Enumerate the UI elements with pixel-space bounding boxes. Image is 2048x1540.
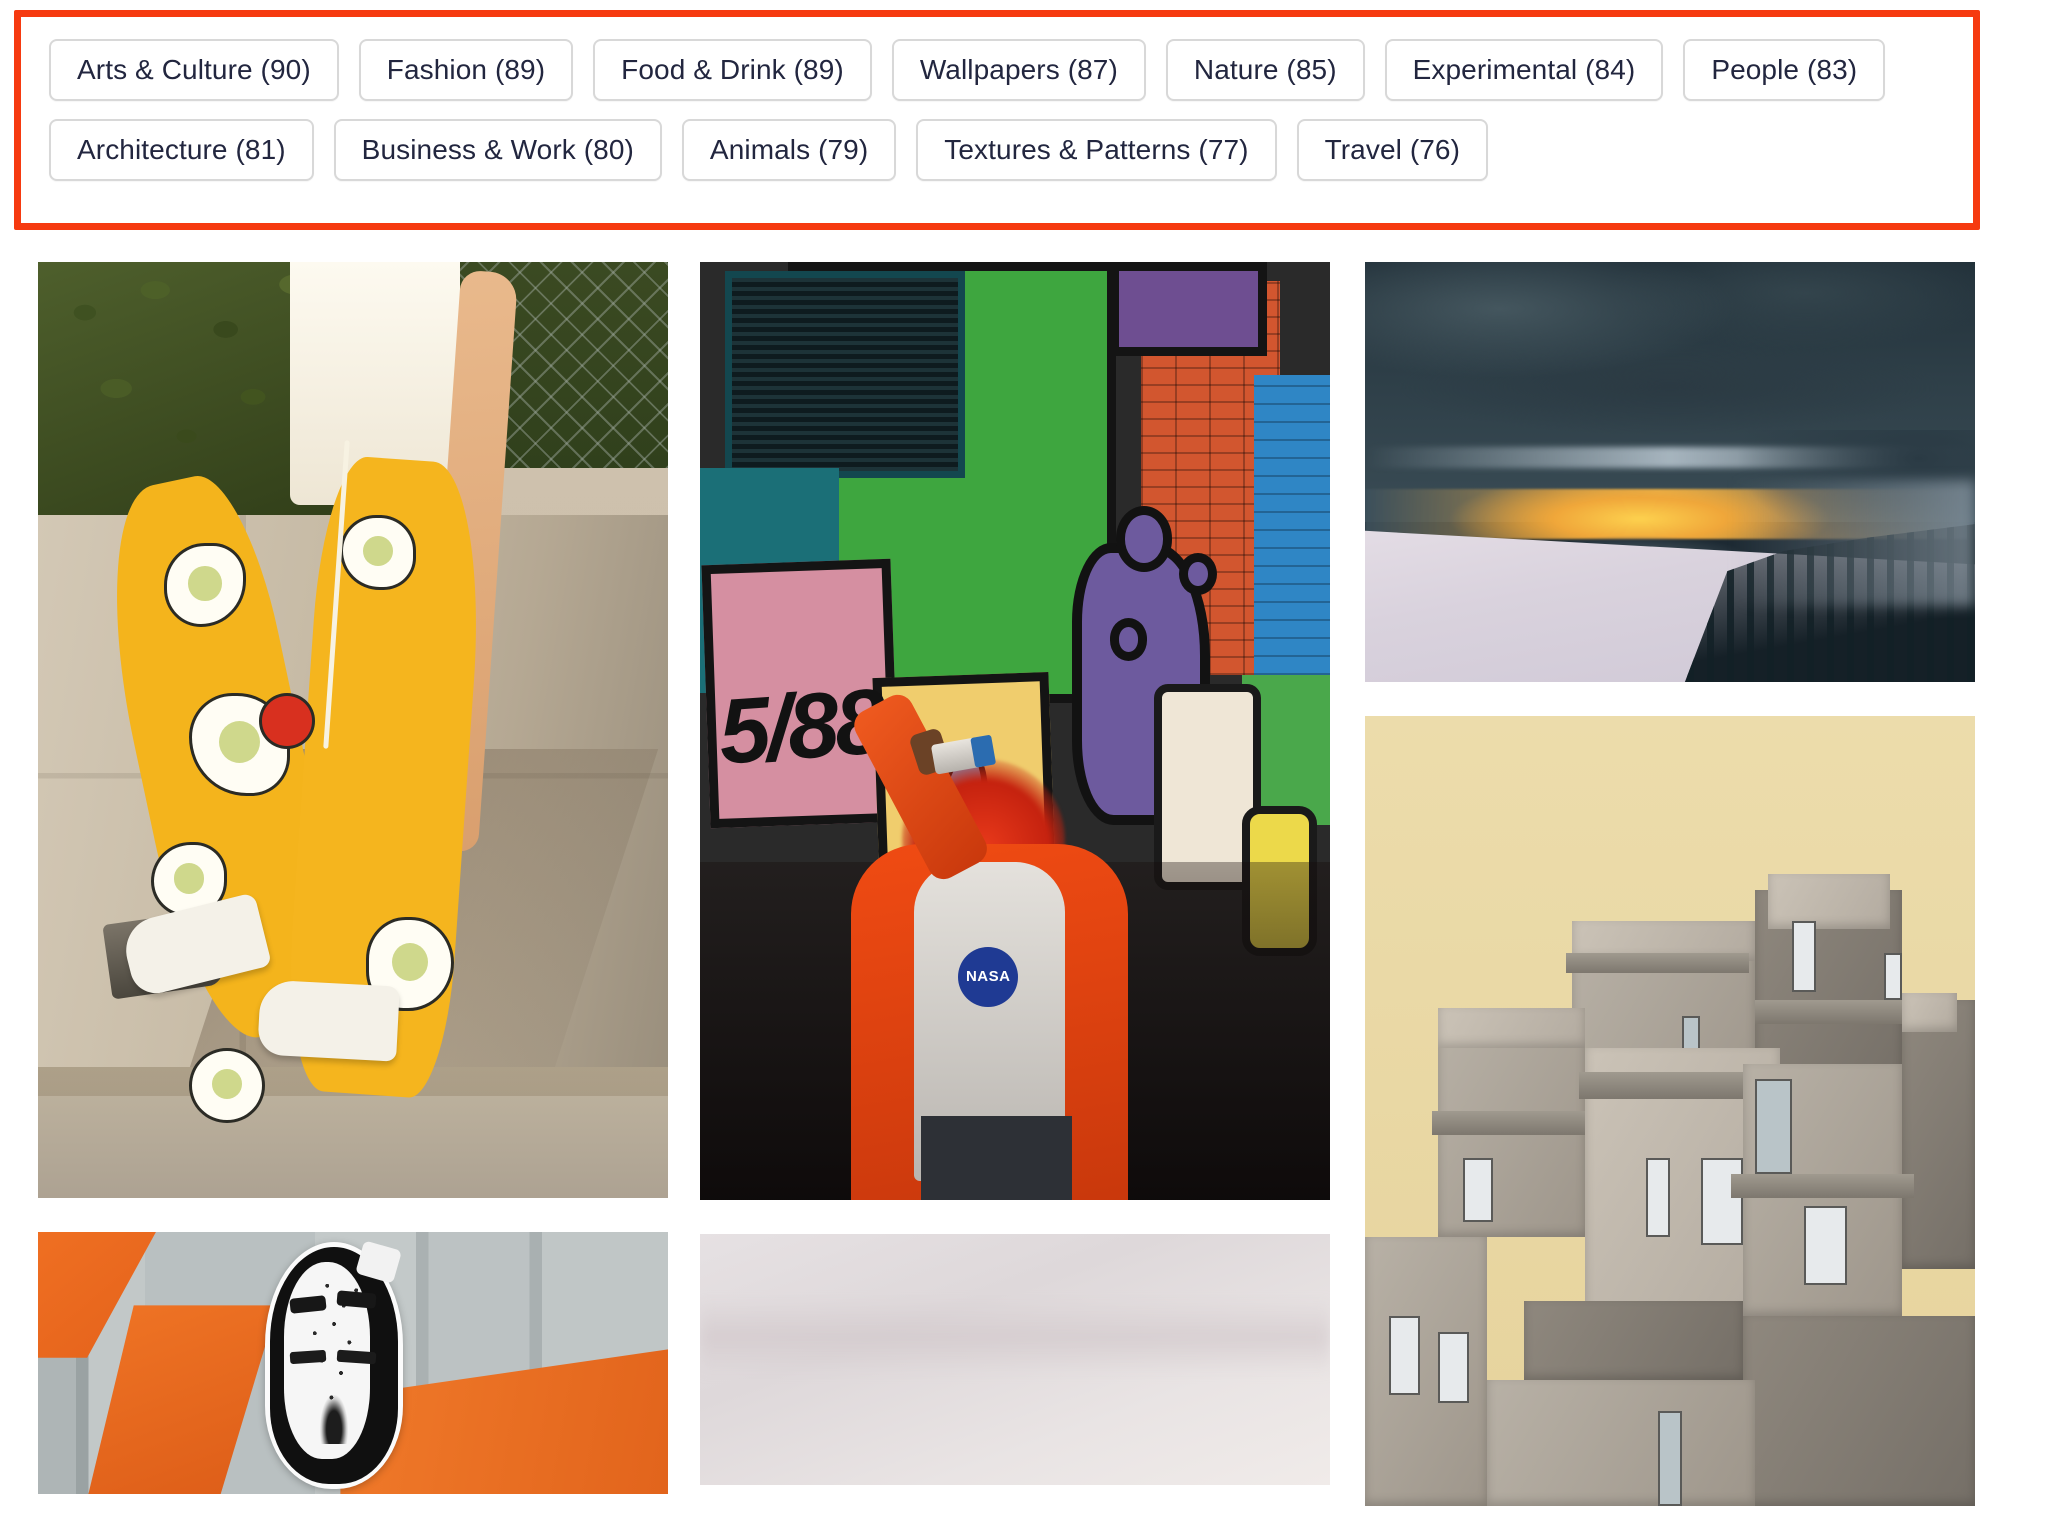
window [1657, 1411, 1683, 1506]
purple-graffiti-dot [1115, 505, 1173, 572]
blue-brick-graffiti [1254, 374, 1330, 675]
tag-chip-wallpapers[interactable]: Wallpapers (87) [891, 39, 1146, 101]
tag-chip-nature[interactable]: Nature (85) [1165, 39, 1365, 101]
gallery-column-3 [1365, 262, 1975, 1540]
tag-chip-travel[interactable]: Travel (76) [1296, 119, 1489, 181]
photo-card-brutalist-architecture[interactable] [1365, 716, 1975, 1506]
concrete-module [1767, 874, 1890, 930]
window [1389, 1316, 1420, 1396]
face-sticker [264, 1240, 404, 1489]
balcony-slab [1432, 1111, 1591, 1135]
photo-card-graffiti-face-sticker[interactable] [38, 1232, 668, 1494]
concrete-module [1743, 1316, 1975, 1506]
barred-window [725, 271, 965, 478]
gallery-column-2: 5/88 NASA [700, 262, 1330, 1519]
cantilever-slab [1523, 1300, 1744, 1380]
window [1462, 1158, 1494, 1222]
nose [320, 1395, 348, 1445]
photo-card-graffiti-wall-portrait[interactable]: 5/88 NASA [700, 262, 1330, 1200]
mist [1731, 480, 1975, 607]
photo-brutalist-architecture [1365, 716, 1975, 1506]
window [1883, 953, 1902, 1001]
photo-gallery-grid: 5/88 NASA [0, 262, 2048, 1506]
photo-card-pale-abstract[interactable] [700, 1234, 1330, 1485]
window [1792, 921, 1817, 993]
gallery-column-1 [38, 262, 668, 1528]
purple-graffiti-panel [1109, 262, 1267, 356]
photo-card-snowy-sunset-landscape[interactable] [1365, 262, 1975, 682]
window [1755, 1079, 1792, 1175]
photo-yellow-egg-print-pants [38, 262, 668, 1198]
tag-chip-business-work[interactable]: Business & Work (80) [333, 119, 662, 181]
purple-graffiti-dot [1109, 618, 1148, 661]
concrete-module [1438, 1008, 1585, 1048]
balcony-slab [1743, 1000, 1902, 1025]
window [1645, 1158, 1670, 1238]
concrete-module [1487, 1379, 1756, 1506]
sneaker-right [256, 979, 399, 1062]
tag-chip-animals[interactable]: Animals (79) [681, 119, 897, 181]
egg-print-motif [189, 1048, 265, 1124]
tag-chip-arts-culture[interactable]: Arts & Culture (90) [49, 39, 339, 101]
red-print-motif [258, 692, 316, 749]
tag-chip-food-drink[interactable]: Food & Drink (89) [593, 39, 872, 101]
photo-graffiti-face-sticker [38, 1232, 668, 1494]
soft-gradient-band [700, 1299, 1330, 1375]
dark-trousers [920, 1115, 1072, 1200]
egg-print-motif [340, 514, 416, 590]
concrete-module [1901, 1000, 1975, 1269]
concrete-module [1901, 992, 1957, 1032]
concrete-module [1365, 1237, 1487, 1506]
window [1804, 1205, 1847, 1285]
tag-chip-people[interactable]: People (83) [1683, 39, 1886, 101]
window [1438, 1332, 1469, 1404]
tag-chip-fashion[interactable]: Fashion (89) [358, 39, 574, 101]
window [1700, 1158, 1744, 1246]
tag-chip-textures-patterns[interactable]: Textures & Patterns (77) [916, 119, 1277, 181]
tag-chip-architecture[interactable]: Architecture (81) [49, 119, 314, 181]
tag-chip-experimental[interactable]: Experimental (84) [1384, 39, 1664, 101]
eye-left [289, 1349, 327, 1365]
tag-filter-highlight-box: Arts & Culture (90) Fashion (89) Food & … [14, 10, 1980, 230]
photo-graffiti-wall-portrait: 5/88 NASA [700, 262, 1330, 1200]
photo-pale-abstract [700, 1234, 1330, 1485]
balcony-slab [1566, 953, 1750, 973]
photo-card-yellow-egg-print-pants[interactable] [38, 262, 668, 1198]
tag-filter-panel: Arts & Culture (90) Fashion (89) Food & … [21, 17, 1973, 223]
eyebrow-right [336, 1290, 377, 1309]
purple-graffiti-dot [1178, 552, 1217, 595]
photo-snowy-sunset-landscape [1365, 262, 1975, 682]
balcony-slab [1731, 1174, 1914, 1198]
nasa-badge: NASA [958, 946, 1019, 1007]
